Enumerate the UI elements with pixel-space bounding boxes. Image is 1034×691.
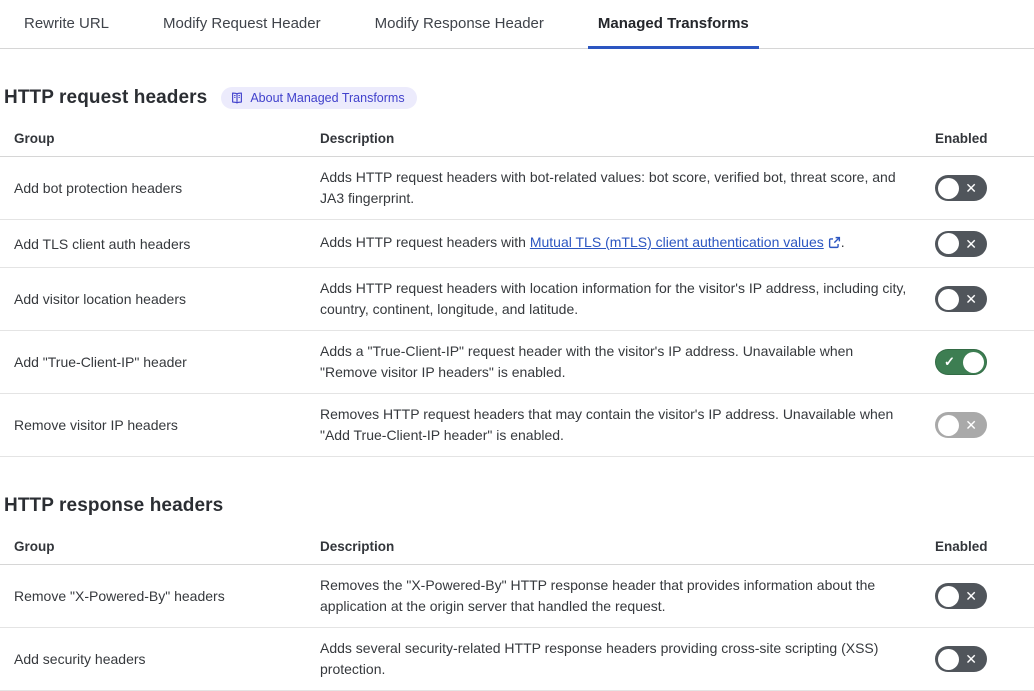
- description-cell: Adds HTTP request headers with bot-relat…: [320, 157, 935, 219]
- x-icon: ✕: [965, 583, 977, 609]
- toggle-remove-visitor-ip-headers[interactable]: ✓✕: [935, 412, 987, 438]
- x-icon: ✕: [965, 646, 977, 672]
- description-text: .: [841, 234, 845, 250]
- group-cell: Add visitor location headers: [14, 279, 320, 319]
- request-section-title: HTTP request headers: [4, 87, 207, 109]
- about-managed-transforms-badge[interactable]: About Managed Transforms: [221, 87, 416, 109]
- external-link-icon[interactable]: [828, 234, 841, 255]
- toggle-add-tls-client-auth-headers[interactable]: ✓✕: [935, 231, 987, 257]
- response-section-title: HTTP response headers: [4, 495, 223, 517]
- toggle-knob: [938, 415, 959, 436]
- table-row: Add visitor location headers Adds HTTP r…: [0, 268, 1034, 331]
- table-header-row: Group Description Enabled: [0, 533, 1034, 565]
- tab-modify-request-header[interactable]: Modify Request Header: [153, 0, 331, 48]
- request-headers-table: Group Description Enabled Add bot protec…: [0, 125, 1034, 457]
- x-icon: ✕: [965, 175, 977, 201]
- book-icon: [230, 91, 244, 105]
- column-header-group: Group: [14, 533, 320, 564]
- column-header-description: Description: [320, 125, 935, 156]
- toggle-add-visitor-location-headers[interactable]: ✓✕: [935, 286, 987, 312]
- column-header-group: Group: [14, 125, 320, 156]
- table-row: Add security headers Adds several securi…: [0, 628, 1034, 691]
- toggle-knob: [963, 352, 984, 373]
- group-cell: Add TLS client auth headers: [14, 224, 320, 264]
- table-row: Remove visitor IP headers Removes HTTP r…: [0, 394, 1034, 457]
- toggle-knob: [938, 233, 959, 254]
- tab-managed-transforms[interactable]: Managed Transforms: [588, 0, 759, 48]
- tab-bar: Rewrite URL Modify Request Header Modify…: [0, 0, 1034, 49]
- tab-modify-response-header[interactable]: Modify Response Header: [365, 0, 554, 48]
- toggle-knob: [938, 649, 959, 670]
- toggle-add-bot-protection-headers[interactable]: ✓✕: [935, 175, 987, 201]
- table-header-row: Group Description Enabled: [0, 125, 1034, 157]
- description-cell: Adds several security-related HTTP respo…: [320, 628, 935, 690]
- table-row: Add bot protection headers Adds HTTP req…: [0, 157, 1034, 220]
- description-cell: Removes the "X-Powered-By" HTTP response…: [320, 565, 935, 627]
- column-header-enabled: Enabled: [935, 533, 1034, 564]
- mtls-docs-link[interactable]: Mutual TLS (mTLS) client authentication …: [530, 234, 824, 250]
- x-icon: ✕: [965, 412, 977, 438]
- toggle-knob: [938, 289, 959, 310]
- toggle-knob: [938, 586, 959, 607]
- description-cell: Removes HTTP request headers that may co…: [320, 394, 935, 456]
- x-icon: ✕: [965, 286, 977, 312]
- x-icon: ✕: [965, 231, 977, 257]
- toggle-knob: [938, 178, 959, 199]
- toggle-add-security-headers[interactable]: ✓✕: [935, 646, 987, 672]
- table-row: Add TLS client auth headers Adds HTTP re…: [0, 220, 1034, 268]
- http-request-headers-section: HTTP request headers About Managed Trans…: [0, 87, 1034, 457]
- toggle-remove-x-powered-by-headers[interactable]: ✓✕: [935, 583, 987, 609]
- table-row: Add "True-Client-IP" header Adds a "True…: [0, 331, 1034, 394]
- http-response-headers-section: HTTP response headers Group Description …: [0, 495, 1034, 691]
- column-header-enabled: Enabled: [935, 125, 1034, 156]
- column-header-description: Description: [320, 533, 935, 564]
- description-cell: Adds a "True-Client-IP" request header w…: [320, 331, 935, 393]
- group-cell: Remove visitor IP headers: [14, 405, 320, 445]
- tab-rewrite-url[interactable]: Rewrite URL: [14, 0, 119, 48]
- group-cell: Add bot protection headers: [14, 168, 320, 208]
- response-headers-table: Group Description Enabled Remove "X-Powe…: [0, 533, 1034, 691]
- description-cell: Adds HTTP request headers with Mutual TL…: [320, 222, 935, 265]
- check-icon: ✓: [944, 349, 955, 375]
- toggle-add-true-client-ip-header[interactable]: ✓✕: [935, 349, 987, 375]
- table-row: Remove "X-Powered-By" headers Removes th…: [0, 565, 1034, 628]
- group-cell: Add security headers: [14, 639, 320, 679]
- description-text: Adds HTTP request headers with: [320, 234, 530, 250]
- badge-label: About Managed Transforms: [250, 91, 404, 105]
- description-cell: Adds HTTP request headers with location …: [320, 268, 935, 330]
- group-cell: Add "True-Client-IP" header: [14, 342, 320, 382]
- group-cell: Remove "X-Powered-By" headers: [14, 576, 320, 616]
